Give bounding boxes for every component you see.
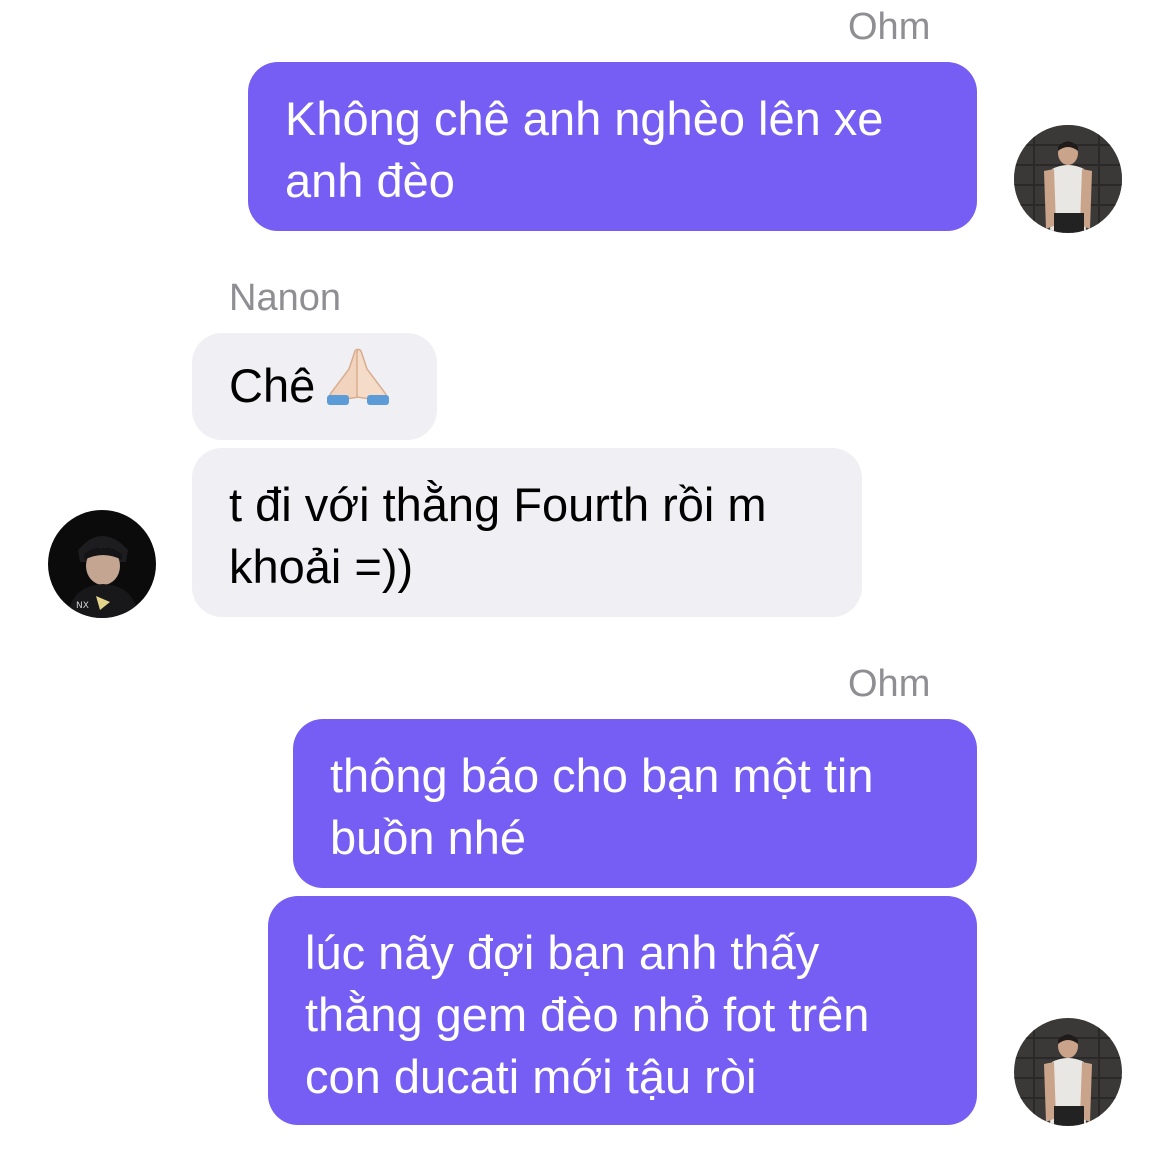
sender-name-ohm: Ohm [848, 663, 931, 705]
message-text: lúc nãy đợi bạn anh thấy thằng gem đèo n… [305, 926, 870, 1103]
message-bubble-outgoing[interactable]: Không chê anh nghèo lên xe anh đèo [248, 62, 977, 231]
message-text: Không chê anh nghèo lên xe anh đèo [285, 92, 884, 207]
message-text: thông báo cho bạn một tin buồn nhé [330, 749, 874, 864]
message-bubble-incoming[interactable]: Chê [192, 333, 437, 440]
svg-text:NX: NX [76, 601, 89, 611]
ohm-photo-icon [1014, 125, 1122, 233]
folded-hands-icon [325, 347, 391, 420]
message-text: Chê [229, 359, 316, 412]
message-bubble-incoming[interactable]: t đi với thằng Fourth rồi m khoải =)) [192, 448, 862, 617]
message-text: t đi với thằng Fourth rồi m khoải =)) [229, 478, 767, 593]
avatar-ohm[interactable] [1014, 125, 1122, 233]
avatar-ohm[interactable] [1014, 1018, 1122, 1126]
message-bubble-outgoing[interactable]: lúc nãy đợi bạn anh thấy thằng gem đèo n… [268, 896, 977, 1125]
message-bubble-outgoing[interactable]: thông báo cho bạn một tin buồn nhé [293, 719, 977, 888]
nanon-photo-icon: NX [48, 510, 156, 618]
sender-name-ohm: Ohm [848, 6, 931, 48]
ohm-photo-icon [1014, 1018, 1122, 1126]
avatar-nanon[interactable]: NX [48, 510, 156, 618]
sender-name-nanon: Nanon [229, 277, 341, 319]
